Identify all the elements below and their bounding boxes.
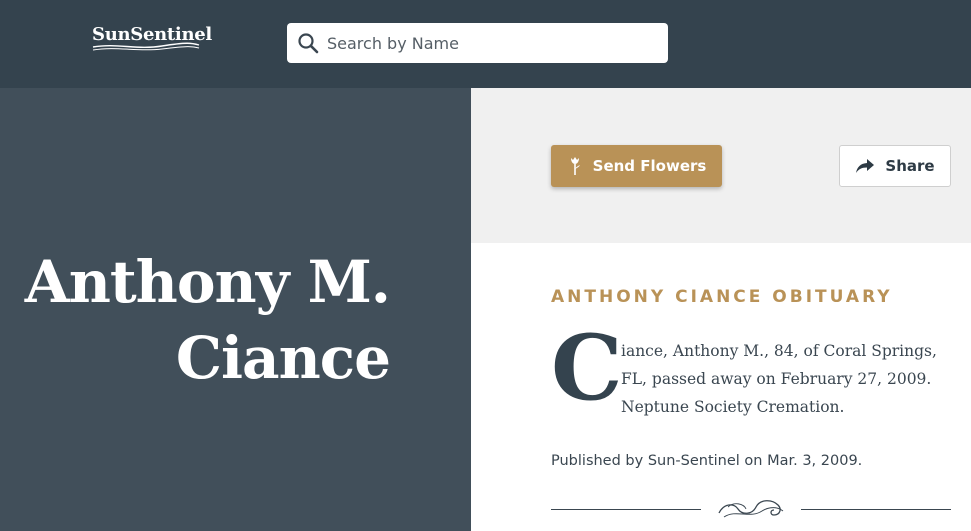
send-flowers-button[interactable]: Send Flowers [551,145,722,187]
published-note: Published by Sun-Sentinel on Mar. 3, 200… [551,453,863,469]
divider-line-left [551,509,701,510]
drop-cap: C [551,315,623,421]
name-panel: Anthony M. Ciance [0,88,471,531]
name-line-2: Ciance [175,324,391,392]
obituary-text: iance, Anthony M., 84, of Coral Springs,… [621,342,937,416]
flourish-ornament-icon [718,500,784,518]
actions-bar: Send Flowers Share [471,88,971,243]
flower-icon [570,157,580,175]
share-arrow-icon [856,159,875,173]
logo-wave-icon [92,42,200,51]
name-line-1: Anthony M. [24,248,391,316]
share-label: Share [885,157,935,175]
divider-line-right [801,509,951,510]
deceased-name: Anthony M. Ciance [20,244,391,396]
obituary-content: ANTHONY CIANCE OBITUARY C iance, Anthony… [471,243,971,531]
site-header: SunSentinel [0,0,971,88]
search-icon [298,33,319,54]
send-flowers-label: Send Flowers [592,157,707,175]
search-input[interactable] [327,23,657,63]
search-box[interactable] [287,23,668,63]
share-button[interactable]: Share [839,145,951,187]
obituary-heading: ANTHONY CIANCE OBITUARY [551,287,893,307]
sun-sentinel-logo[interactable]: SunSentinel [92,24,212,54]
